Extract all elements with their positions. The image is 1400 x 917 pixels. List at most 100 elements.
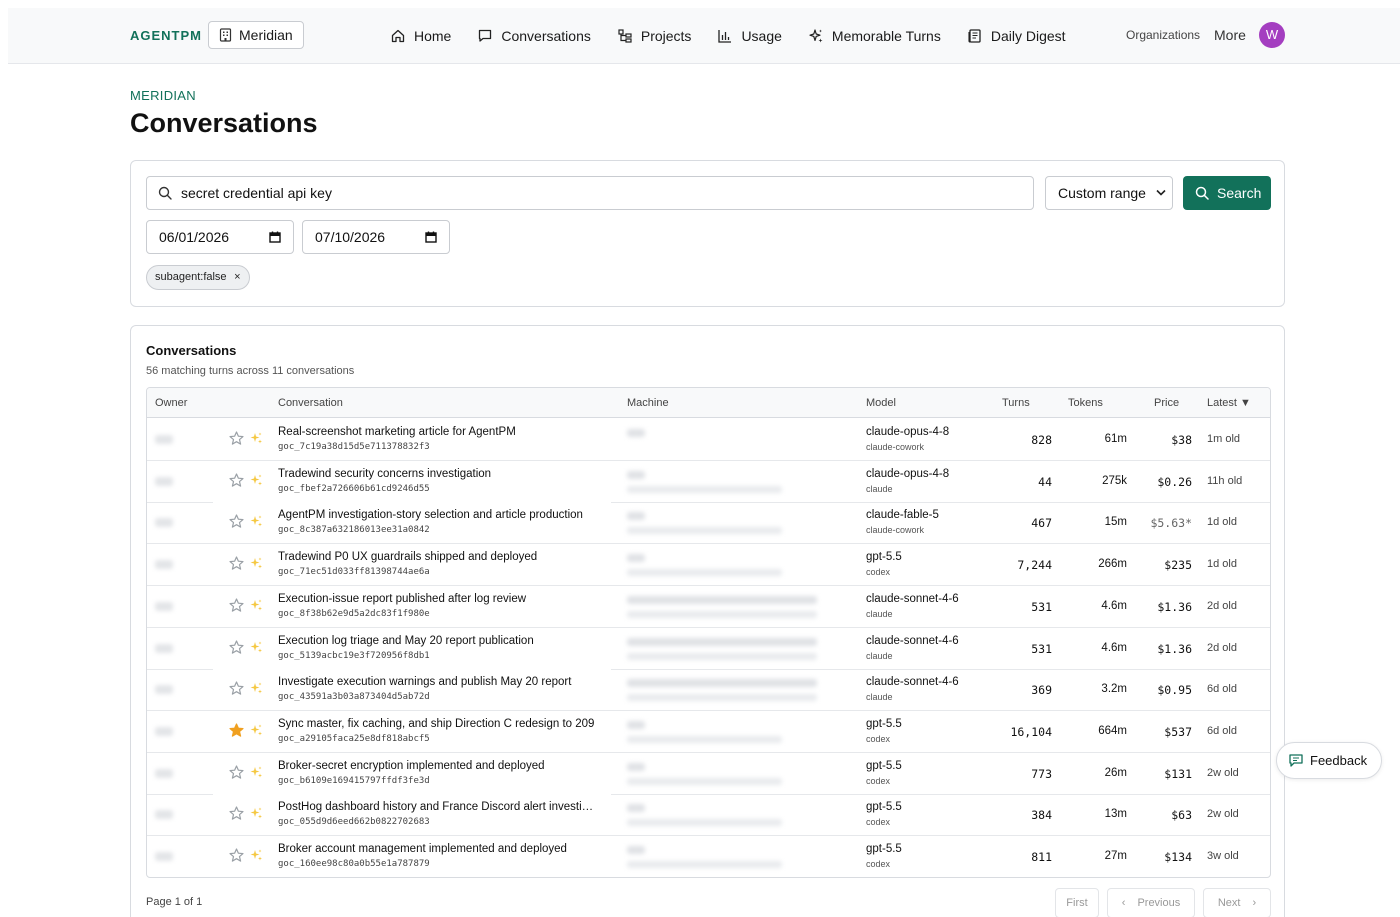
building-icon — [219, 28, 232, 42]
pagination-status: Page 1 of 1 — [146, 896, 203, 908]
conversation-id: goc_a29105faca25e8df818abcf5 — [278, 733, 430, 744]
previous-page-label: Previous — [1137, 897, 1181, 909]
col-owner[interactable]: Owner — [155, 397, 187, 409]
date-to-input[interactable]: 07/10/2026 — [302, 220, 450, 254]
nav-usage-label: Usage — [741, 28, 782, 44]
tokens-count: 4.6m — [1101, 641, 1127, 654]
table-row[interactable]: Tradewind P0 UX guardrails shipped and d… — [147, 544, 1270, 587]
conversation-title[interactable]: Sync master, fix caching, and ship Direc… — [278, 718, 611, 730]
more-menu[interactable]: More — [1214, 27, 1246, 43]
next-page-button[interactable]: Next › — [1203, 888, 1271, 917]
conversation-title[interactable]: Investigate execution warnings and publi… — [278, 676, 611, 688]
star-icon[interactable] — [229, 806, 244, 821]
turns-count: 384 — [1031, 808, 1052, 823]
col-turns[interactable]: Turns — [1002, 397, 1030, 409]
results-card: Conversations 56 matching turns across 1… — [130, 325, 1285, 917]
user-avatar[interactable]: W — [1259, 22, 1285, 48]
col-tokens[interactable]: Tokens — [1068, 397, 1103, 409]
table-row[interactable]: Investigate execution warnings and publi… — [147, 669, 1270, 712]
table-row[interactable]: Execution log triage and May 20 report p… — [147, 627, 1270, 670]
search-button[interactable]: Search — [1183, 176, 1271, 210]
table-row[interactable]: AgentPM investigation-story selection an… — [147, 502, 1270, 545]
memorable-sparkle-icon[interactable] — [250, 599, 263, 612]
memorable-sparkle-icon[interactable] — [250, 474, 263, 487]
col-machine[interactable]: Machine — [627, 397, 669, 409]
owner-avatar-redacted — [155, 476, 173, 486]
memorable-sparkle-icon[interactable] — [250, 724, 263, 737]
col-price[interactable]: Price — [1154, 397, 1179, 409]
col-conversation[interactable]: Conversation — [278, 397, 343, 409]
search-input[interactable] — [181, 177, 1021, 209]
machine-name-redacted — [627, 554, 645, 563]
previous-page-button[interactable]: ‹ Previous — [1107, 888, 1195, 917]
star-icon[interactable] — [229, 681, 244, 696]
owner-avatar-redacted — [155, 601, 173, 611]
calendar-icon[interactable] — [269, 231, 281, 243]
breadcrumb[interactable]: MERIDIAN — [130, 88, 196, 103]
memorable-sparkle-icon[interactable] — [250, 432, 263, 445]
memorable-sparkle-icon[interactable] — [250, 766, 263, 779]
memorable-sparkle-icon[interactable] — [250, 557, 263, 570]
model-client: claude-cowork — [866, 525, 925, 536]
date-from-input[interactable]: 06/01/2026 — [146, 220, 294, 254]
conversation-title[interactable]: Real-screenshot marketing article for Ag… — [278, 426, 611, 438]
table-row[interactable]: Tradewind security concerns investigatio… — [147, 460, 1270, 503]
org-switcher-button[interactable]: Meridian — [208, 21, 304, 49]
conversation-title[interactable]: Execution-issue report published after l… — [278, 593, 611, 605]
table-row[interactable]: Broker-secret encryption implemented and… — [147, 752, 1270, 795]
col-model[interactable]: Model — [866, 397, 896, 409]
nav-usage[interactable]: Usage — [717, 28, 782, 44]
star-icon[interactable] — [229, 639, 244, 655]
star-icon[interactable] — [229, 598, 244, 613]
star-icon[interactable] — [229, 764, 244, 780]
nav-projects[interactable]: Projects — [617, 28, 691, 44]
chevron-down-icon — [1156, 189, 1166, 196]
memorable-sparkle-icon[interactable] — [250, 641, 263, 654]
model-name: gpt-5.5 — [866, 759, 902, 772]
nav-daily-digest[interactable]: Daily Digest — [967, 28, 1066, 44]
star-icon[interactable] — [229, 723, 244, 738]
filter-chip-remove-icon[interactable]: × — [234, 266, 240, 289]
star-icon[interactable] — [229, 848, 244, 863]
calendar-icon[interactable] — [425, 231, 437, 243]
feedback-button-label: Feedback — [1310, 753, 1368, 768]
machine-name-redacted — [627, 679, 817, 688]
memorable-sparkle-icon[interactable] — [250, 807, 263, 820]
star-icon[interactable] — [229, 473, 244, 488]
conversation-title[interactable]: Tradewind security concerns investigatio… — [278, 468, 611, 480]
conversation-title[interactable]: Broker-secret encryption implemented and… — [278, 760, 611, 772]
conversation-title[interactable]: PostHog dashboard history and France Dis… — [278, 801, 611, 813]
nav-conversations[interactable]: Conversations — [477, 28, 591, 44]
table-row[interactable]: Broker account management implemented an… — [147, 836, 1270, 877]
nav-memorable-turns[interactable]: Memorable Turns — [808, 28, 941, 44]
star-icon[interactable] — [229, 556, 244, 571]
conversation-title[interactable]: Execution log triage and May 20 report p… — [278, 635, 611, 647]
first-page-button[interactable]: First — [1055, 888, 1099, 917]
latest-age: 2d old — [1207, 641, 1237, 654]
table-row[interactable]: Sync master, fix caching, and ship Direc… — [147, 710, 1270, 753]
memorable-sparkle-icon[interactable] — [250, 682, 263, 695]
latest-age: 6d old — [1207, 724, 1237, 737]
col-latest[interactable]: Latest ▼ — [1207, 397, 1251, 409]
model-client: claude-cowork — [866, 442, 925, 452]
feedback-button[interactable]: Feedback — [1276, 742, 1382, 779]
table-row[interactable]: Execution-issue report published after l… — [147, 585, 1270, 628]
memorable-sparkle-icon[interactable] — [250, 515, 263, 528]
model-client: claude — [866, 692, 893, 703]
table-row[interactable]: Real-screenshot marketing article for Ag… — [147, 419, 1270, 461]
star-icon[interactable] — [229, 431, 244, 446]
star-icon[interactable] — [229, 514, 244, 529]
conversation-title[interactable]: Broker account management implemented an… — [278, 843, 611, 855]
organizations-link[interactable]: Organizations — [1126, 28, 1200, 42]
search-icon — [158, 186, 172, 200]
date-range-select[interactable]: Custom range — [1045, 176, 1173, 210]
nav-home[interactable]: Home — [390, 28, 451, 44]
memorable-sparkle-icon[interactable] — [250, 849, 263, 862]
search-icon — [1195, 186, 1209, 200]
table-row[interactable]: PostHog dashboard history and France Dis… — [147, 794, 1270, 837]
conversation-title[interactable]: Tradewind P0 UX guardrails shipped and d… — [278, 551, 611, 563]
brand-logo[interactable]: AGENTPM — [130, 28, 202, 43]
search-box[interactable] — [146, 176, 1034, 210]
nav-memorable-turns-label: Memorable Turns — [831, 28, 941, 44]
conversation-title[interactable]: AgentPM investigation-story selection an… — [278, 509, 611, 521]
